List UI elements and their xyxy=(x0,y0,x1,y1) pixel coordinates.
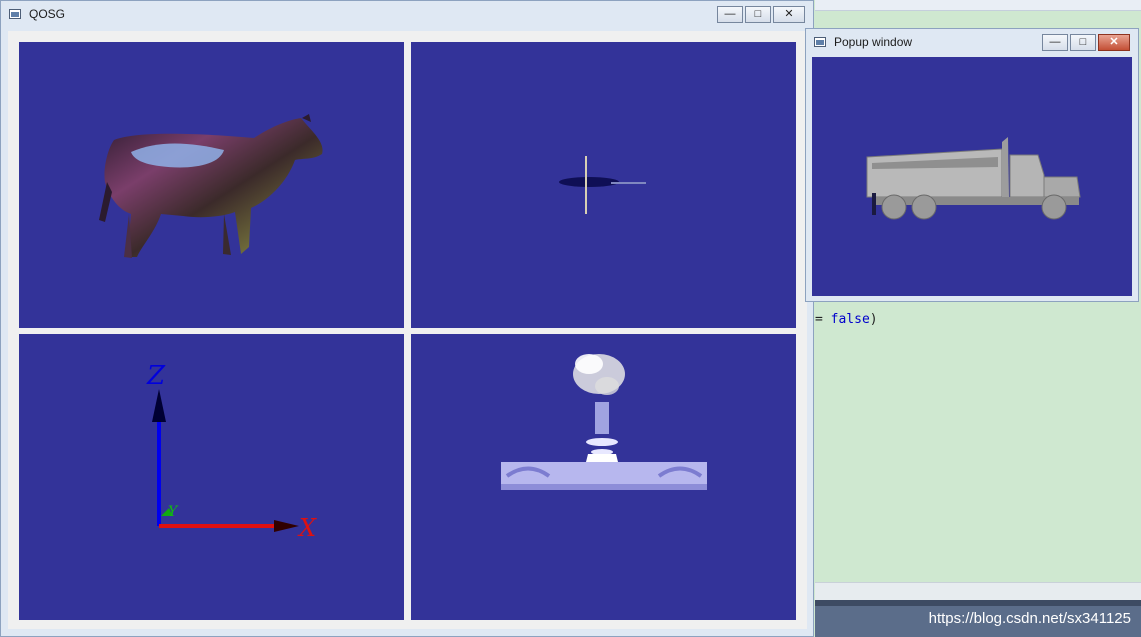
fountain-model xyxy=(501,354,707,490)
axis-y-label: Y xyxy=(168,504,178,520)
code-line: = false) xyxy=(815,312,878,327)
ide-lower-panel xyxy=(815,582,1141,601)
popup-titlebar[interactable]: Popup window — □ ✕ xyxy=(806,29,1138,57)
qosg-window: QOSG — □ ✕ Z X Y xyxy=(0,0,814,637)
popup-close-button[interactable]: ✕ xyxy=(1098,34,1130,51)
popup-window-controls: — □ ✕ xyxy=(1040,34,1130,51)
close-button[interactable]: ✕ xyxy=(773,6,805,23)
watermark-text: https://blog.csdn.net/sx341125 xyxy=(928,610,1131,627)
code-keyword: false xyxy=(830,312,870,327)
truck-model xyxy=(866,137,1081,220)
viewport-cow[interactable] xyxy=(19,42,404,328)
cow-model xyxy=(99,114,323,258)
window-app-icon xyxy=(9,9,21,19)
window-controls: — □ ✕ xyxy=(715,6,805,23)
glider-model xyxy=(559,156,646,214)
code-paren: ) xyxy=(869,312,878,327)
code-eq: = xyxy=(815,312,823,327)
popup-window: Popup window — □ ✕ xyxy=(805,28,1139,302)
viewport-truck[interactable] xyxy=(812,57,1132,296)
popup-title: Popup window xyxy=(834,35,913,49)
ide-toolbar xyxy=(815,0,1141,11)
minimize-button[interactable]: — xyxy=(717,6,743,23)
popup-minimize-button[interactable]: — xyxy=(1042,34,1068,51)
axis-z-label: Z xyxy=(147,361,166,391)
viewport-fountain[interactable] xyxy=(411,334,796,620)
ide-status-bar: https://blog.csdn.net/sx341125 xyxy=(815,600,1141,637)
popup-maximize-button[interactable]: □ xyxy=(1070,34,1096,51)
viewport-glider[interactable] xyxy=(411,42,796,328)
axes-model xyxy=(152,389,299,532)
window-title: QOSG xyxy=(29,7,66,21)
code-editor[interactable] xyxy=(815,300,1141,582)
maximize-button[interactable]: □ xyxy=(745,6,771,23)
viewport-axes[interactable]: Z X Y xyxy=(19,334,404,620)
axis-x-label: X xyxy=(299,514,317,542)
popup-app-icon xyxy=(814,37,826,47)
qosg-client-area: Z X Y xyxy=(8,31,807,629)
qosg-titlebar[interactable]: QOSG — □ ✕ xyxy=(1,1,813,29)
